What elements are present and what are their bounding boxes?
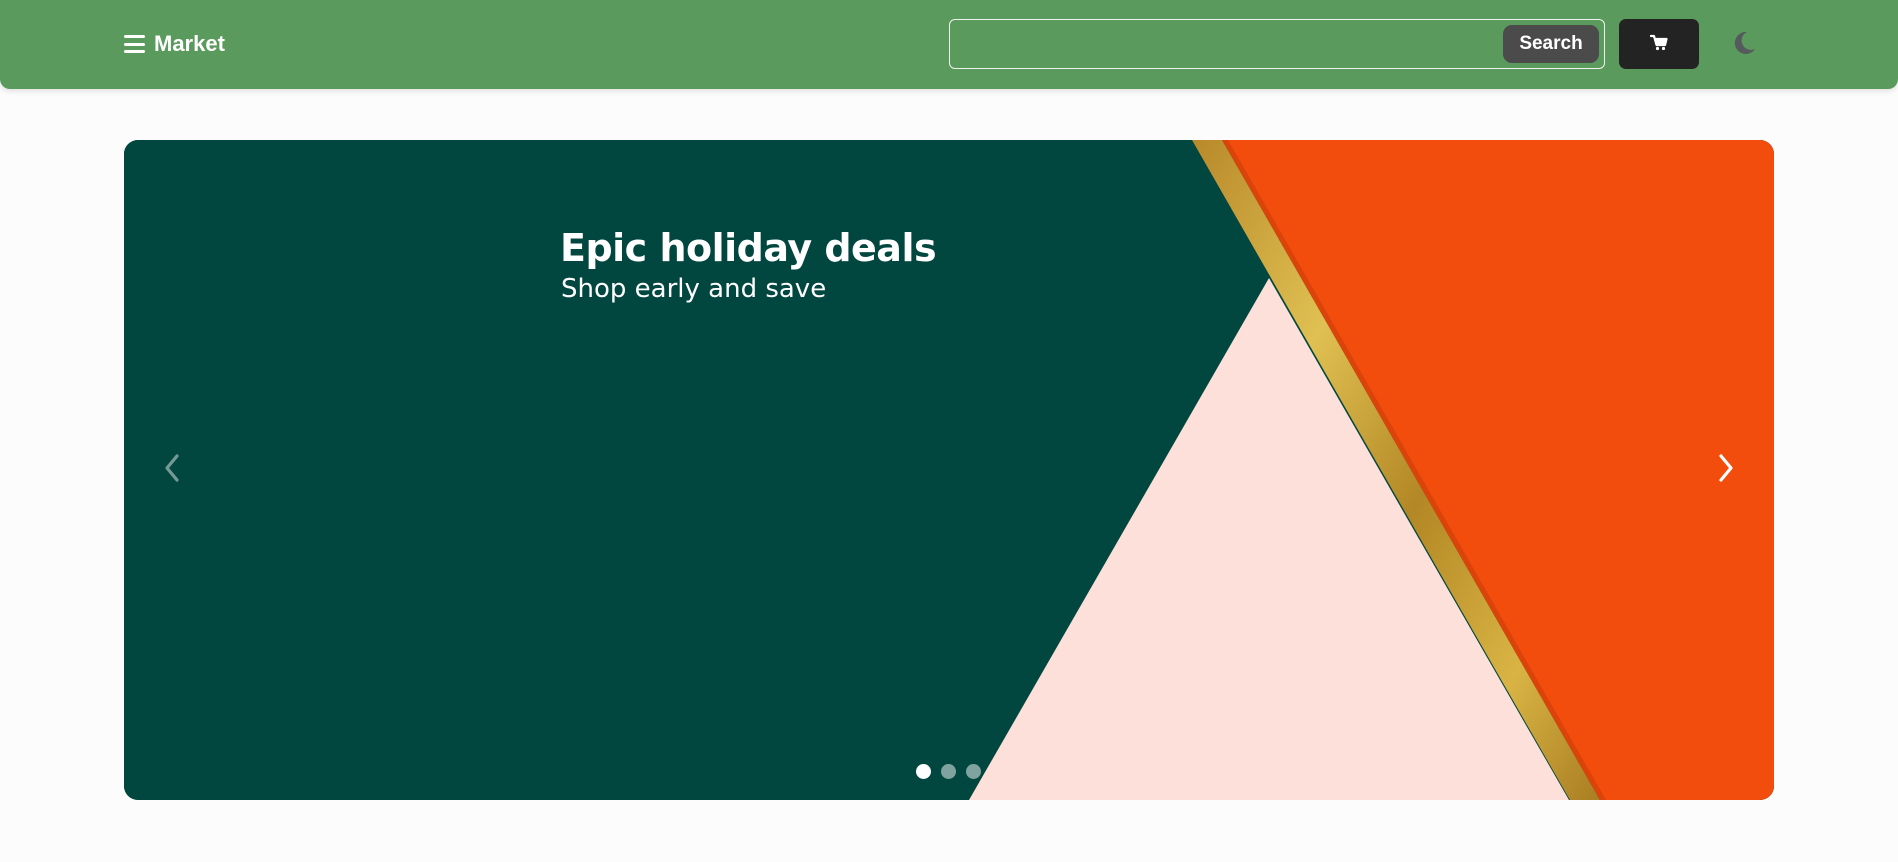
hero-carousel: Epic holiday deals Shop early and save: [124, 140, 1774, 800]
carousel-dot-3[interactable]: [966, 764, 981, 779]
carousel-indicators: [916, 764, 981, 779]
hero-banner-image: [124, 140, 1774, 800]
theme-toggle-button[interactable]: [1727, 28, 1761, 62]
top-nav-bar: Market Search: [0, 0, 1898, 89]
brand-menu-button[interactable]: Market: [124, 30, 225, 58]
brand-label: Market: [154, 31, 225, 56]
moon-icon: [1730, 29, 1758, 62]
search-bar: Search: [949, 19, 1605, 69]
carousel-prev-button[interactable]: [152, 448, 192, 492]
hamburger-menu-icon: [124, 35, 145, 53]
carousel-dot-1[interactable]: [916, 764, 931, 779]
carousel-dot-2[interactable]: [941, 764, 956, 779]
shopping-cart-icon: [1649, 34, 1668, 54]
search-button[interactable]: Search: [1503, 25, 1599, 63]
search-input[interactable]: [958, 26, 1498, 62]
hero-title: Epic holiday deals: [560, 226, 937, 270]
chevron-left-icon: [162, 452, 182, 489]
chevron-right-icon: [1716, 452, 1736, 489]
carousel-next-button[interactable]: [1706, 448, 1746, 492]
hero-subtitle: Shop early and save: [561, 274, 827, 304]
cart-button[interactable]: [1619, 19, 1699, 69]
